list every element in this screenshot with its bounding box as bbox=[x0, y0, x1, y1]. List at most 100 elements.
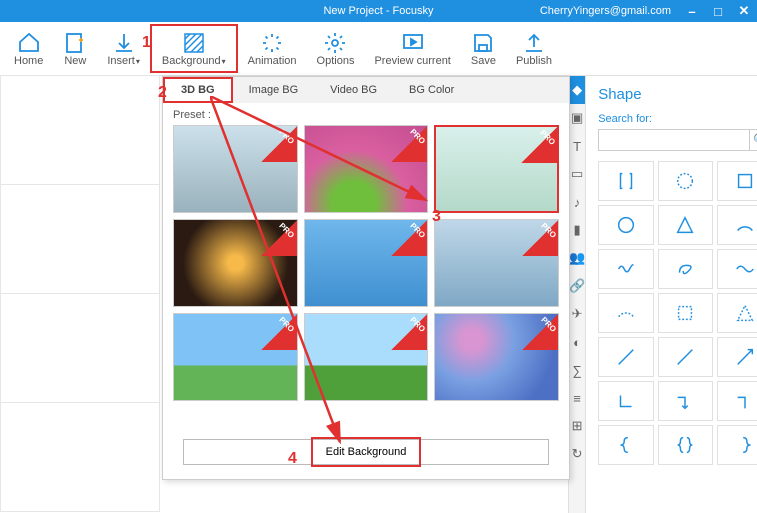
gear-icon bbox=[323, 31, 347, 55]
search-input[interactable] bbox=[598, 129, 750, 151]
shape-arc[interactable] bbox=[717, 205, 757, 245]
shape-corner-l[interactable] bbox=[598, 381, 653, 421]
close-button[interactable]: ✕ bbox=[731, 0, 757, 22]
chart-tool-icon[interactable]: ▮ bbox=[569, 216, 585, 244]
save-button[interactable]: Save bbox=[461, 24, 506, 73]
preset-thumb[interactable]: PRO bbox=[173, 313, 298, 401]
refresh-tool-icon[interactable]: ↻ bbox=[569, 440, 585, 468]
animation-button[interactable]: Animation bbox=[238, 24, 307, 73]
shape-panel: Shape Search for: 🔍 bbox=[586, 76, 757, 513]
new-button[interactable]: New bbox=[53, 24, 97, 73]
window-title: New Project - Focusky bbox=[323, 5, 433, 17]
shape-wave[interactable] bbox=[717, 249, 757, 289]
titlebar: New Project - Focusky CherryYingers@gmai… bbox=[0, 0, 757, 22]
options-button[interactable]: Options bbox=[307, 24, 365, 73]
shape-brace-c[interactable] bbox=[658, 425, 713, 465]
preset-thumb[interactable]: PRO bbox=[434, 313, 559, 401]
slide-thumb[interactable] bbox=[0, 293, 160, 403]
background-button[interactable]: Background▾ bbox=[150, 24, 238, 73]
pro-badge: PRO bbox=[521, 127, 557, 163]
pro-badge: PRO bbox=[522, 314, 558, 350]
preset-label: Preset : bbox=[163, 103, 569, 125]
save-icon bbox=[471, 31, 495, 55]
music-tool-icon[interactable]: ♪ bbox=[569, 188, 585, 216]
misc-tool-icon[interactable]: ≡ bbox=[569, 384, 585, 412]
link-tool-icon[interactable]: 🔗 bbox=[569, 272, 585, 300]
preset-grid: PRO PRO PRO PRO PRO PRO PRO PRO PRO bbox=[173, 125, 559, 401]
background-icon bbox=[182, 31, 206, 55]
pro-badge: PRO bbox=[391, 220, 427, 256]
preview-button[interactable]: Preview current bbox=[364, 24, 460, 73]
preset-thumb[interactable]: PRO bbox=[173, 125, 298, 213]
shape-dashed-rect[interactable] bbox=[658, 293, 713, 333]
flash-tool-icon[interactable]: ◐ bbox=[569, 328, 585, 356]
minimize-button[interactable]: – bbox=[679, 0, 705, 22]
maximize-button[interactable]: □ bbox=[705, 0, 731, 22]
shape-brace-l[interactable] bbox=[598, 425, 653, 465]
shape-arrow[interactable] bbox=[717, 337, 757, 377]
shape-elbow[interactable] bbox=[658, 381, 713, 421]
chevron-down-icon: ▾ bbox=[136, 57, 140, 66]
preset-thumb[interactable]: PRO bbox=[173, 219, 298, 307]
shape-dashed-arc[interactable] bbox=[598, 293, 653, 333]
bg-tabs: 3D BG Image BG Video BG BG Color bbox=[163, 77, 569, 103]
pro-badge: PRO bbox=[261, 220, 297, 256]
shape-squiggle[interactable] bbox=[598, 249, 653, 289]
preset-thumb[interactable]: PRO bbox=[304, 313, 429, 401]
tab-video-bg[interactable]: Video BG bbox=[314, 77, 393, 103]
publish-button[interactable]: Publish bbox=[506, 24, 562, 73]
account-email[interactable]: CherryYingers@gmail.com bbox=[540, 5, 671, 17]
edit-background-button[interactable]: Edit Background bbox=[183, 439, 549, 465]
image-tool-icon[interactable]: ▣ bbox=[569, 104, 585, 132]
shape-grid bbox=[598, 161, 757, 465]
shape-square[interactable] bbox=[717, 161, 757, 201]
shape-circle[interactable] bbox=[598, 205, 653, 245]
shape-triangle[interactable] bbox=[658, 205, 713, 245]
play-icon bbox=[401, 31, 425, 55]
publish-icon bbox=[522, 31, 546, 55]
home-icon bbox=[17, 31, 41, 55]
tab-image-bg[interactable]: Image BG bbox=[233, 77, 315, 103]
preset-thumb[interactable]: PRO bbox=[304, 219, 429, 307]
pro-badge: PRO bbox=[261, 126, 297, 162]
shape-bracket[interactable] bbox=[598, 161, 653, 201]
slide-thumb[interactable] bbox=[0, 402, 160, 512]
shape-line[interactable] bbox=[598, 337, 653, 377]
tab-bg-color[interactable]: BG Color bbox=[393, 77, 470, 103]
home-button[interactable]: Home bbox=[4, 24, 53, 73]
shape-dashed-tri[interactable] bbox=[717, 293, 757, 333]
shape-dashed-circle[interactable] bbox=[658, 161, 713, 201]
role-tool-icon[interactable]: 👥 bbox=[569, 244, 585, 272]
preset-thumb[interactable]: PRO bbox=[304, 125, 429, 213]
send-tool-icon[interactable]: ✈ bbox=[569, 300, 585, 328]
insert-button[interactable]: Insert▾ bbox=[97, 24, 150, 73]
shape-curl[interactable] bbox=[658, 249, 713, 289]
insert-icon bbox=[112, 31, 136, 55]
misc2-tool-icon[interactable]: ⊞ bbox=[569, 412, 585, 440]
video-tool-icon[interactable]: ▭ bbox=[569, 160, 585, 188]
preset-thumb-selected[interactable]: PRO bbox=[434, 125, 559, 213]
tab-3d-bg[interactable]: 3D BG bbox=[163, 77, 233, 103]
chevron-down-icon: ▾ bbox=[222, 57, 226, 66]
new-icon bbox=[63, 31, 87, 55]
shape-line2[interactable] bbox=[658, 337, 713, 377]
side-toolstrip: ◆ ▣ T ▭ ♪ ▮ 👥 🔗 ✈ ◐ ∑ ≡ ⊞ ↻ bbox=[568, 76, 586, 513]
pro-badge: PRO bbox=[261, 314, 297, 350]
search-icon[interactable]: 🔍 bbox=[750, 129, 757, 151]
shape-elbow2[interactable] bbox=[717, 381, 757, 421]
text-tool-icon[interactable]: T bbox=[569, 132, 585, 160]
background-popup: 3D BG Image BG Video BG BG Color Preset … bbox=[162, 76, 570, 480]
pro-badge: PRO bbox=[391, 314, 427, 350]
slide-thumb[interactable] bbox=[0, 75, 160, 185]
shape-brace-r[interactable] bbox=[717, 425, 757, 465]
slide-list bbox=[0, 76, 160, 513]
animation-icon bbox=[260, 31, 284, 55]
pro-badge: PRO bbox=[522, 220, 558, 256]
slide-thumb[interactable] bbox=[0, 184, 160, 294]
shape-tool-icon[interactable]: ◆ bbox=[569, 76, 585, 104]
preset-thumb[interactable]: PRO bbox=[434, 219, 559, 307]
pro-badge: PRO bbox=[391, 126, 427, 162]
main-toolbar: Home New Insert▾ Background▾ Animation O… bbox=[0, 22, 757, 76]
formula-tool-icon[interactable]: ∑ bbox=[569, 356, 585, 384]
search-label: Search for: bbox=[598, 113, 757, 125]
